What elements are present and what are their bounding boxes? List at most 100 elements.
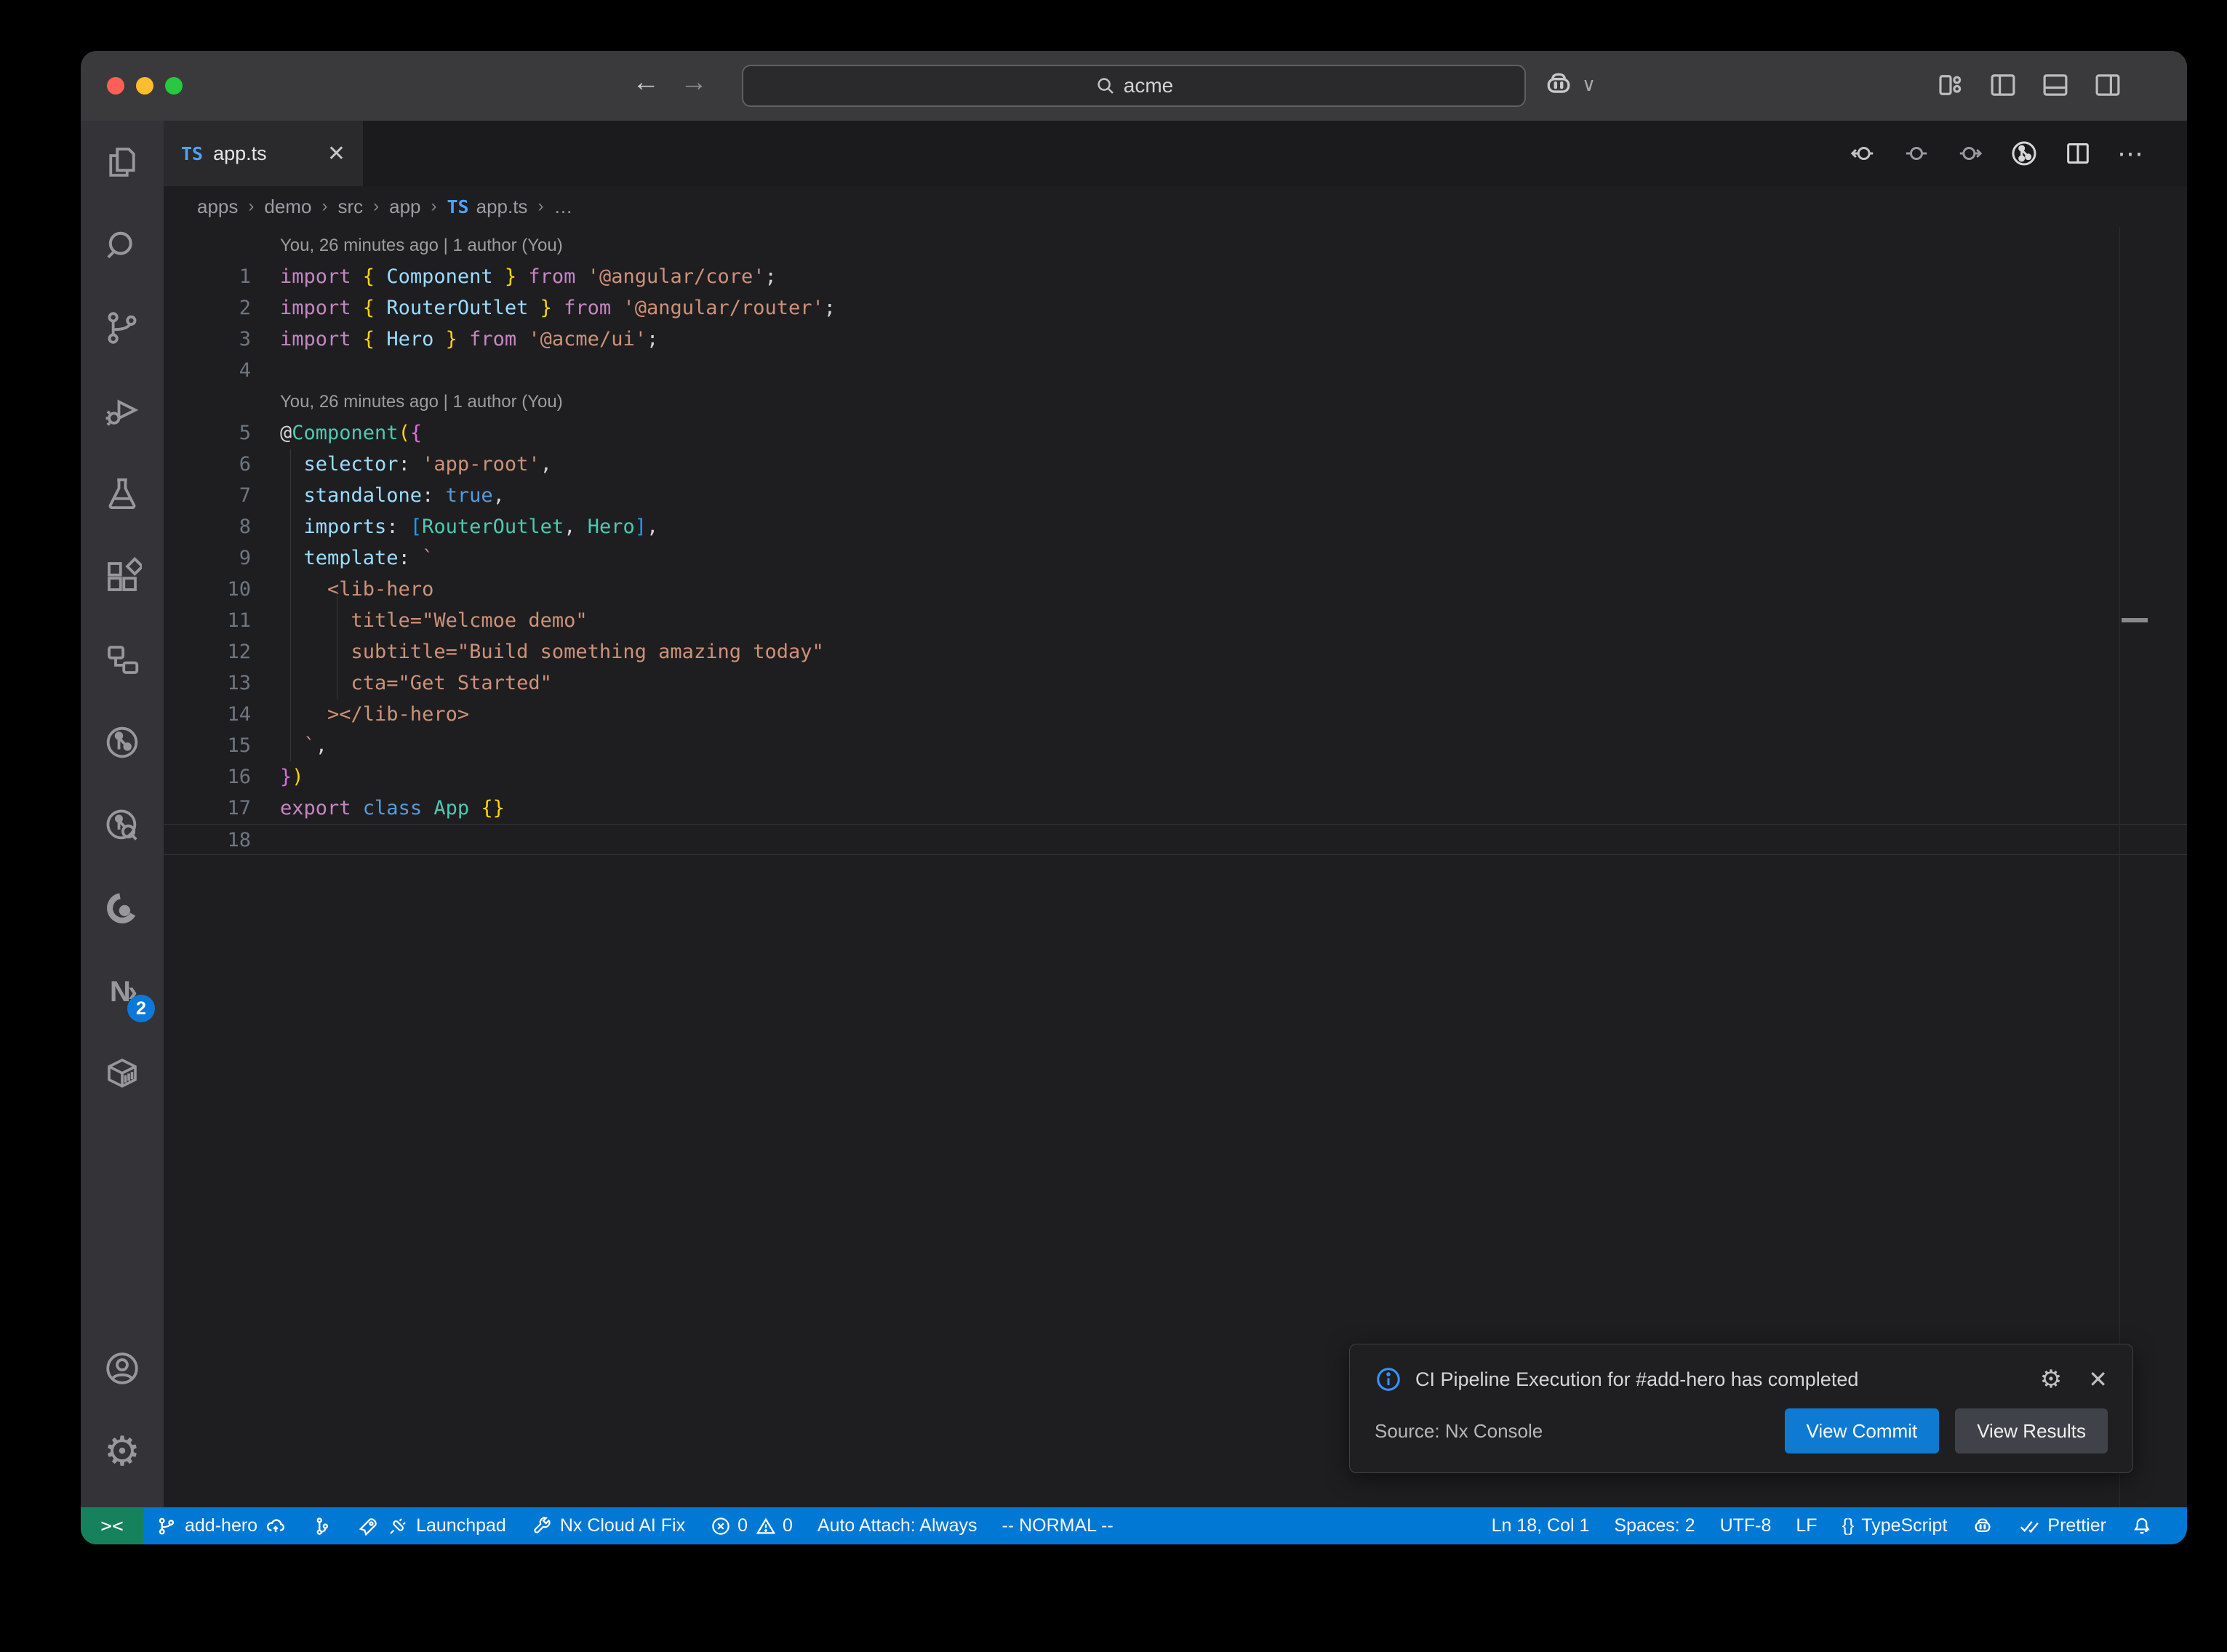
code-row[interactable]: 12 subtitle="Build something amazing tod… (164, 636, 2187, 667)
gear-icon: ⚙ (104, 1431, 140, 1472)
remote-indicator[interactable]: >< (81, 1507, 143, 1544)
code-text: standalone: true, (251, 480, 505, 511)
code-row[interactable]: 9 template: ` (164, 542, 2187, 574)
toggle-primary-sidebar-icon[interactable] (1988, 70, 2018, 100)
eol-status-item[interactable]: LF (1783, 1507, 1829, 1544)
blame-text: You, 26 minutes ago | 1 author (You) (251, 386, 563, 417)
breadcrumb-item[interactable]: src (337, 196, 363, 218)
code-editor[interactable]: You, 26 minutes ago | 1 author (You)1imp… (164, 227, 2187, 1507)
auto-attach-status-item[interactable]: Auto Attach: Always (805, 1507, 990, 1544)
toggle-panel-icon[interactable] (2040, 70, 2071, 100)
breadcrumb-item[interactable]: demo (264, 196, 311, 218)
view-results-button[interactable]: View Results (1955, 1408, 2108, 1453)
breadcrumb-item[interactable]: apps (197, 196, 238, 218)
close-tab-icon[interactable]: ✕ (327, 141, 345, 167)
encoding-status-item[interactable]: UTF-8 (1708, 1507, 1784, 1544)
code-row[interactable]: 16}) (164, 761, 2187, 793)
code-text: }) (251, 761, 304, 793)
sidebar-item-source-control[interactable] (81, 286, 164, 369)
launchpad-status-item[interactable]: Launchpad (345, 1507, 519, 1544)
breadcrumb[interactable]: apps › demo › src › app › TS app.ts › … (164, 186, 2187, 227)
code-row[interactable]: 1import { Component } from '@angular/cor… (164, 261, 2187, 292)
copilot-status-item[interactable] (1959, 1507, 2006, 1544)
breadcrumb-item[interactable]: app (389, 196, 420, 218)
sidebar-item-hierarchy[interactable] (81, 618, 164, 701)
sidebar-item-container[interactable] (81, 1032, 164, 1115)
language-status-item[interactable]: {}TypeScript (1830, 1507, 1960, 1544)
sidebar-item-explorer[interactable] (81, 121, 164, 204)
accounts-button[interactable] (81, 1327, 164, 1410)
sidebar-item-nx-console[interactable]: N› 2 (81, 950, 164, 1032)
screenshot-root: { "titlebar": { "search_value": "acme", … (0, 0, 2227, 1652)
navigate-back-button[interactable]: ← (632, 67, 660, 98)
sidebar-item-extensions[interactable] (81, 535, 164, 618)
extensions-icon (103, 557, 142, 596)
indent-guide (290, 449, 291, 761)
sidebar-item-gitlens[interactable] (81, 701, 164, 784)
toggle-secondary-sidebar-icon[interactable] (2092, 70, 2123, 100)
minimize-window-button[interactable] (136, 77, 153, 95)
cursor-position-status-item[interactable]: Ln 18, Col 1 (1479, 1507, 1602, 1544)
vim-mode-status-item[interactable]: -- NORMAL -- (989, 1507, 1125, 1544)
navigate-forward-button[interactable]: → (680, 67, 708, 98)
gitlens-current-icon[interactable] (1902, 139, 1931, 168)
sidebar-item-run-debug[interactable] (81, 369, 164, 452)
copilot-menu-button[interactable]: ∨ (1543, 68, 1596, 100)
search-icon (103, 225, 142, 265)
code-row[interactable]: 6 selector: 'app-root', (164, 449, 2187, 480)
notification-source: Source: Nx Console (1375, 1420, 1769, 1443)
code-row[interactable]: 13 cta="Get Started" (164, 667, 2187, 699)
code-row[interactable]: 18 (164, 824, 2187, 855)
code-row[interactable]: 5@Component({ (164, 417, 2187, 449)
sidebar-item-gitlens-inspect[interactable] (81, 784, 164, 867)
tab-app-ts[interactable]: TS app.ts ✕ (164, 121, 363, 186)
notification-settings-gear-icon[interactable]: ⚙ (2040, 1365, 2062, 1394)
problems-status-item[interactable]: 0 0 (697, 1507, 805, 1544)
close-window-button[interactable] (107, 77, 124, 95)
gitlens-status-item[interactable] (299, 1507, 345, 1544)
sidebar-item-testing[interactable] (81, 452, 164, 535)
activity-bar: N› 2 ⚙ (81, 121, 164, 1507)
prettier-status-item[interactable]: Prettier (2006, 1507, 2119, 1544)
sidebar-item-edge-browser[interactable] (81, 867, 164, 950)
more-actions-icon[interactable]: ⋯ (2117, 138, 2146, 169)
indentation-status-item[interactable]: Spaces: 2 (1602, 1507, 1707, 1544)
code-row[interactable]: 11 title="Welcmoe demo" (164, 605, 2187, 636)
command-center-search[interactable]: acme (742, 65, 1526, 107)
notification-close-icon[interactable]: ✕ (2088, 1366, 2108, 1393)
breadcrumb-file[interactable]: TS app.ts (447, 196, 528, 218)
code-row[interactable]: 4 (164, 355, 2187, 386)
code-row[interactable]: 3import { Hero } from '@acme/ui'; (164, 324, 2187, 355)
code-row[interactable]: 8 imports: [RouterOutlet, Hero], (164, 511, 2187, 542)
view-commit-button[interactable]: View Commit (1785, 1408, 1940, 1453)
errors-icon (710, 1515, 732, 1537)
code-row[interactable]: 15 `, (164, 730, 2187, 761)
commit-graph-icon (103, 723, 142, 762)
gitlens-back-icon[interactable] (1848, 139, 1877, 168)
notification-toast: CI Pipeline Execution for #add-hero has … (1349, 1344, 2133, 1473)
code-text: template: ` (251, 542, 433, 574)
code-text (251, 355, 280, 386)
line-number: 11 (164, 605, 251, 636)
breadcrumb-symbol[interactable]: … (553, 196, 572, 218)
sidebar-item-search[interactable] (81, 204, 164, 286)
branch-status-item[interactable]: add-hero (143, 1507, 299, 1544)
settings-button[interactable]: ⚙ (81, 1410, 164, 1493)
nx-cloud-status-item[interactable]: Nx Cloud AI Fix (519, 1507, 697, 1544)
customize-layout-icon[interactable] (1935, 70, 1966, 100)
code-row[interactable]: 2import { RouterOutlet } from '@angular/… (164, 292, 2187, 324)
code-row[interactable]: 17export class App {} (164, 793, 2187, 824)
blame-annotation-row[interactable]: You, 26 minutes ago | 1 author (You) (164, 386, 2187, 417)
blame-annotation-row[interactable]: You, 26 minutes ago | 1 author (You) (164, 230, 2187, 261)
commit-graph-icon[interactable] (2010, 139, 2039, 168)
remote-icon: >< (100, 1515, 123, 1537)
gitlens-forward-icon[interactable] (1956, 139, 1985, 168)
notifications-bell-button[interactable] (2119, 1507, 2165, 1544)
code-row[interactable]: 14 ></lib-hero> (164, 699, 2187, 730)
split-editor-icon[interactable] (2063, 139, 2092, 168)
code-row[interactable]: 7 standalone: true, (164, 480, 2187, 511)
line-number: 3 (164, 324, 251, 355)
zoom-window-button[interactable] (165, 77, 183, 95)
code-row[interactable]: 10 <lib-hero (164, 574, 2187, 605)
code-text: ></lib-hero> (251, 699, 469, 730)
